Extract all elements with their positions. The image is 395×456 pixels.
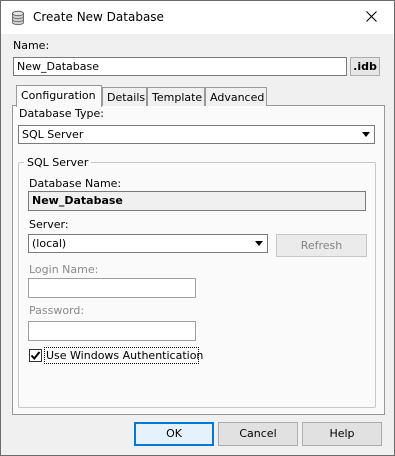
tab-label: Details <box>107 91 146 104</box>
database-icon <box>10 10 26 26</box>
tab-label: Template <box>152 91 203 104</box>
tab-label: Configuration <box>21 89 96 102</box>
ok-button[interactable]: OK <box>134 422 214 446</box>
name-input[interactable]: New_Database <box>13 57 347 76</box>
close-icon <box>365 10 377 25</box>
cancel-button[interactable]: Cancel <box>218 422 298 446</box>
windows-auth-checkbox[interactable] <box>29 349 42 362</box>
database-type-value: SQL Server <box>22 128 84 141</box>
database-type-select[interactable]: SQL Server <box>18 125 375 144</box>
tab-template[interactable]: Template <box>147 87 205 106</box>
dropdown-arrow-icon <box>251 236 266 251</box>
extension-label: .idb <box>350 57 380 76</box>
database-name-label: Database Name: <box>29 177 122 190</box>
close-button[interactable] <box>348 1 394 34</box>
tab-label: Advanced <box>210 91 265 104</box>
password-input[interactable] <box>28 321 196 341</box>
name-label: Name: <box>13 39 50 52</box>
dropdown-arrow-icon <box>358 127 373 142</box>
server-label: Server: <box>29 218 69 231</box>
tab-advanced[interactable]: Advanced <box>205 87 267 106</box>
server-select[interactable]: (local) <box>28 234 268 253</box>
database-name-value: New_Database <box>28 191 366 211</box>
window-title: Create New Database <box>33 10 164 24</box>
title-bar: Create New Database <box>1 1 394 34</box>
login-name-input[interactable] <box>28 278 196 298</box>
password-label: Password: <box>29 304 85 317</box>
help-button[interactable]: Help <box>302 422 382 446</box>
login-name-label: Login Name: <box>29 263 99 276</box>
tab-details[interactable]: Details <box>102 87 147 106</box>
database-type-label: Database Type: <box>19 107 104 120</box>
refresh-button[interactable]: Refresh <box>276 234 367 257</box>
create-database-dialog: Create New Database Name: New_Database .… <box>0 0 395 456</box>
tab-configuration[interactable]: Configuration <box>16 85 102 107</box>
group-title: SQL Server <box>24 156 92 169</box>
windows-auth-label[interactable]: Use Windows Authentication <box>46 349 203 362</box>
server-value: (local) <box>32 237 67 250</box>
